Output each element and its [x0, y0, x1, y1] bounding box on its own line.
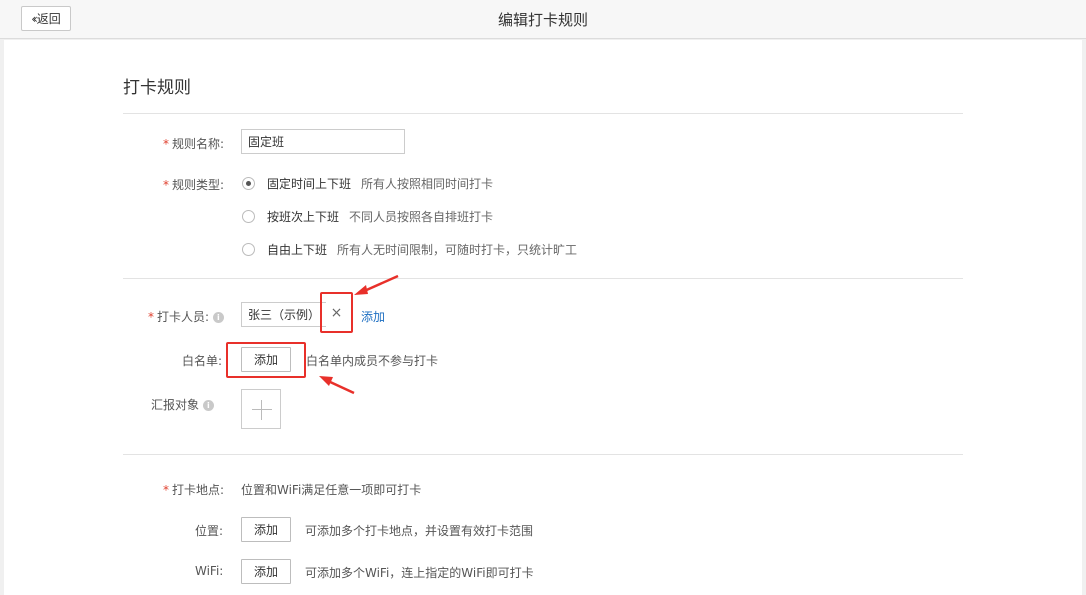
- radio-unselected[interactable]: [242, 243, 255, 256]
- required-star: *: [163, 178, 169, 192]
- rule-type-option-fixed[interactable]: 固定时间上下班 所有人按照相同时间打卡: [242, 175, 493, 192]
- annotation-box: [226, 342, 306, 378]
- position-add-button[interactable]: 添加: [241, 517, 291, 542]
- wifi-hint: 可添加多个WiFi，连上指定的WiFi即可打卡: [305, 566, 534, 580]
- rule-type-label: * 规则类型:: [163, 178, 225, 192]
- rule-name-value: 固定班: [248, 135, 285, 149]
- report-to-label: 汇报对象 i: [151, 396, 214, 413]
- rule-type-option-label: 按班次上下班: [267, 210, 340, 224]
- member-tag-label: 张三（示例）: [248, 308, 321, 322]
- divider: [123, 454, 963, 455]
- section-title: 打卡规则: [123, 78, 191, 98]
- page-title: 编辑打卡规则: [497, 11, 588, 29]
- required-star: *: [148, 310, 154, 324]
- add-report-target-button[interactable]: [241, 389, 281, 429]
- rule-type-option-desc: 不同人员按照各自排班打卡: [349, 210, 494, 224]
- location-label: * 打卡地点:: [163, 483, 225, 497]
- rule-type-option-label: 自由上下班: [267, 243, 328, 257]
- position-hint: 可添加多个打卡地点，并设置有效打卡范围: [305, 524, 534, 538]
- whitelist-label: 白名单:: [182, 354, 223, 368]
- wifi-label: WiFi:: [195, 564, 224, 578]
- wifi-add-button[interactable]: 添加: [241, 559, 291, 584]
- required-star: *: [163, 137, 169, 151]
- rule-type-option-label: 固定时间上下班: [267, 177, 352, 191]
- members-label: * 打卡人员: i: [148, 308, 224, 325]
- rule-name-input[interactable]: 固定班: [241, 129, 405, 154]
- location-hint: 位置和WiFi满足任意一项即可打卡: [241, 483, 422, 497]
- annotation-arrow-icon: [354, 274, 399, 295]
- info-icon[interactable]: i: [202, 400, 214, 411]
- rule-type-option-desc: 所有人按照相同时间打卡: [361, 177, 494, 191]
- rule-type-option-desc: 所有人无时间限制，可随时打卡，只统计旷工: [337, 243, 578, 257]
- whitelist-hint: 白名单内成员不参与打卡: [306, 354, 439, 368]
- divider: [123, 113, 963, 114]
- member-tag: 张三（示例）: [241, 302, 327, 327]
- required-star: *: [163, 483, 169, 497]
- divider: [123, 278, 963, 279]
- annotation-arrow-icon: [319, 376, 355, 395]
- annotation-box: [320, 292, 353, 333]
- position-label: 位置:: [195, 524, 224, 538]
- add-member-link[interactable]: 添加: [361, 308, 385, 325]
- rule-name-label: * 规则名称:: [163, 137, 225, 151]
- radio-unselected[interactable]: [242, 210, 255, 223]
- info-icon[interactable]: i: [212, 312, 224, 323]
- rule-type-option-shift[interactable]: 按班次上下班 不同人员按照各自排班打卡: [242, 208, 493, 225]
- radio-selected[interactable]: [242, 177, 255, 190]
- rule-type-option-free[interactable]: 自由上下班 所有人无时间限制，可随时打卡，只统计旷工: [242, 241, 577, 258]
- top-bar: ‹‹ 返回 编辑打卡规则: [0, 0, 1086, 39]
